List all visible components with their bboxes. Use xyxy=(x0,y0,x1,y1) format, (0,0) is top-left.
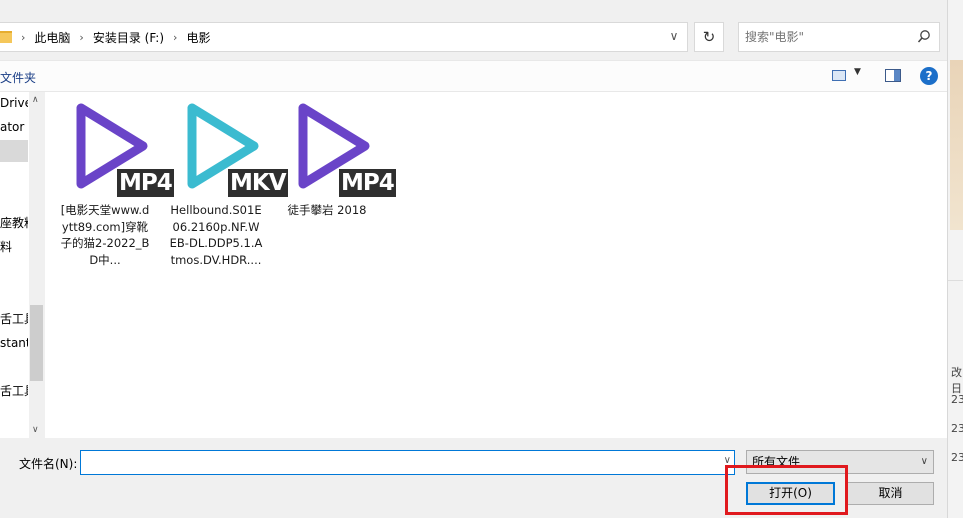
cancel-button[interactable]: 取消 xyxy=(847,482,934,505)
search-icon[interactable] xyxy=(917,29,931,45)
preview-pane-icon[interactable] xyxy=(885,69,901,82)
nav-item[interactable]: 舌工具 xyxy=(0,308,28,330)
filetype-value: 所有文件 xyxy=(752,455,801,469)
refresh-icon: ↻ xyxy=(702,28,716,46)
video-file-icon: MKV xyxy=(166,98,288,198)
address-toolbar: › 此电脑 › 安装目录 (F:) › 电影 ∨ ↻ xyxy=(0,0,947,60)
nav-item[interactable]: stant xyxy=(0,332,28,354)
file-name: [电影天堂www.dytt89.com]穿靴子的猫2-2022_BD中... xyxy=(60,203,150,267)
filetype-select[interactable]: 所有文件 ∨ xyxy=(746,450,934,474)
nav-scrollbar[interactable]: ∧ ∨ xyxy=(29,92,44,438)
command-bar: 文件夹 ▼ ? xyxy=(0,60,947,92)
chevron-down-icon: ∨ xyxy=(920,456,928,467)
chevron-right-icon: › xyxy=(21,30,26,44)
file-format-badge: MP4 xyxy=(339,169,396,197)
chevron-down-icon[interactable]: ∨ xyxy=(667,29,681,43)
file-name: 徒手攀岩 2018 xyxy=(287,203,367,217)
nav-item[interactable]: 座教料 xyxy=(0,212,28,234)
scroll-down-icon[interactable]: ∨ xyxy=(32,425,39,435)
nav-item[interactable]: Drive xyxy=(0,92,28,114)
breadcrumb-drive-f[interactable]: 安装目录 (F:) xyxy=(93,29,164,46)
file-item[interactable]: MKV Hellbound.S01E06.2160p.NF.WEB-DL.DDP… xyxy=(166,98,288,268)
refresh-button[interactable]: ↻ xyxy=(694,22,724,52)
nav-item[interactable]: 舌工具 xyxy=(0,380,28,402)
video-file-icon: MP4 xyxy=(55,98,174,198)
background-image xyxy=(950,60,963,230)
dialog-footer: 文件名(N): ∨ 所有文件 ∨ 打开(O) 取消 xyxy=(0,438,947,518)
nav-item[interactable]: 料 xyxy=(0,236,28,258)
open-file-dialog: › 此电脑 › 安装目录 (F:) › 电影 ∨ ↻ 文件夹 ▼ ? Dr xyxy=(0,0,947,518)
help-icon[interactable]: ? xyxy=(920,67,938,85)
breadcrumb: › 此电脑 › 安装目录 (F:) › 电影 xyxy=(12,29,210,46)
nav-item-selected[interactable] xyxy=(0,140,28,162)
search-input[interactable] xyxy=(745,29,910,45)
background-text: 23 xyxy=(951,393,963,406)
filename-field[interactable]: ∨ xyxy=(80,450,735,475)
chevron-down-icon[interactable]: ▼ xyxy=(854,67,861,77)
open-button[interactable]: 打开(O) xyxy=(746,482,835,505)
address-bar[interactable]: › 此电脑 › 安装目录 (F:) › 电影 ∨ xyxy=(0,22,688,52)
folder-icon xyxy=(0,31,12,43)
chevron-down-icon[interactable]: ∨ xyxy=(724,455,731,466)
chevron-right-icon: › xyxy=(79,30,84,44)
background-text: 改日 xyxy=(951,366,962,395)
chevron-right-icon: › xyxy=(173,30,178,44)
video-file-icon: MP4 xyxy=(277,98,396,198)
background-text: 23 xyxy=(951,422,963,435)
nav-item[interactable]: ator xyxy=(0,116,28,138)
divider xyxy=(948,280,963,281)
file-name: Hellbound.S01E06.2160p.NF.WEB-DL.DDP5.1.… xyxy=(169,203,263,267)
view-options-icon[interactable] xyxy=(832,70,846,81)
filename-label: 文件名(N): xyxy=(19,457,78,471)
background-text: 23 xyxy=(951,451,963,464)
file-list: MP4 [电影天堂www.dytt89.com]穿靴子的猫2-2022_BD中.… xyxy=(45,92,947,438)
new-folder-button[interactable]: 文件夹 xyxy=(0,69,36,86)
search-box[interactable] xyxy=(738,22,940,52)
breadcrumb-this-pc[interactable]: 此电脑 xyxy=(34,29,70,46)
file-item[interactable]: MP4 徒手攀岩 2018 xyxy=(277,98,396,219)
background-window: 改日 23 23 23 xyxy=(947,0,963,518)
breadcrumb-movies[interactable]: 电影 xyxy=(186,29,210,46)
scroll-up-icon[interactable]: ∧ xyxy=(32,95,39,105)
scrollbar-thumb[interactable] xyxy=(30,305,43,381)
file-item[interactable]: MP4 [电影天堂www.dytt89.com]穿靴子的猫2-2022_BD中.… xyxy=(55,98,174,268)
